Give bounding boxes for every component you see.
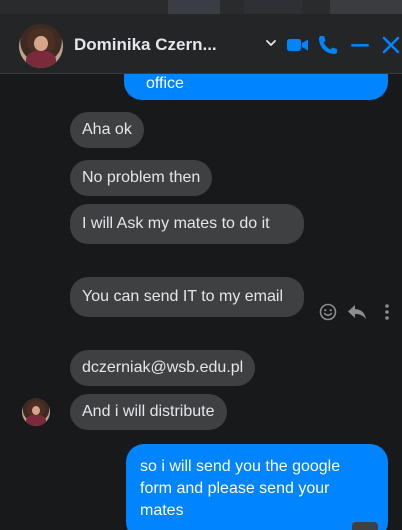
message-text: No problem then — [82, 169, 201, 186]
chevron-down-icon[interactable] — [264, 36, 278, 50]
message-text: office — [146, 75, 184, 92]
message-bubble-incoming[interactable]: dczerniak@wsb.edu.pl — [70, 350, 256, 386]
message-bubble-incoming[interactable]: I will Ask my mates to do it — [70, 204, 304, 244]
minimize-icon[interactable] — [347, 32, 373, 58]
message-text: Aha ok — [82, 121, 132, 138]
background-fragment — [244, 0, 302, 14]
reply-icon[interactable] — [346, 303, 368, 321]
message-bubble-incoming[interactable]: And i will distribute — [70, 394, 227, 430]
video-camera-icon[interactable] — [285, 32, 311, 58]
close-icon[interactable] — [378, 32, 402, 58]
more-options-icon[interactable] — [382, 302, 392, 322]
message-bubble-outgoing[interactable]: so i will send you the google form and p… — [126, 444, 388, 530]
message-text: so i will send you the google form and p… — [140, 458, 341, 519]
message-text: dczerniak@wsb.edu.pl — [82, 359, 244, 376]
scroll-indicator[interactable] — [352, 522, 378, 530]
chat-header: Dominika Czern... — [0, 14, 402, 74]
chat-window: Dominika Czern... office Aha ok No probl… — [0, 0, 402, 530]
background-window-strip — [0, 0, 402, 14]
smiley-icon[interactable] — [318, 302, 338, 322]
message-text: You can send IT to my email — [82, 288, 283, 305]
background-fragment — [168, 0, 220, 14]
message-text: I will Ask my mates to do it — [82, 215, 270, 232]
phone-icon[interactable] — [315, 32, 341, 58]
message-bubble-incoming[interactable]: Aha ok — [70, 112, 144, 148]
contact-avatar[interactable] — [19, 24, 63, 68]
message-bubble-incoming[interactable]: You can send IT to my email — [70, 277, 304, 317]
message-text: And i will distribute — [82, 403, 215, 420]
message-bubble-incoming[interactable]: No problem then — [70, 160, 213, 196]
background-fragment — [330, 0, 402, 14]
contact-avatar-small[interactable] — [22, 398, 50, 426]
contact-name[interactable]: Dominika Czern... — [74, 34, 217, 56]
message-actions — [318, 300, 398, 324]
